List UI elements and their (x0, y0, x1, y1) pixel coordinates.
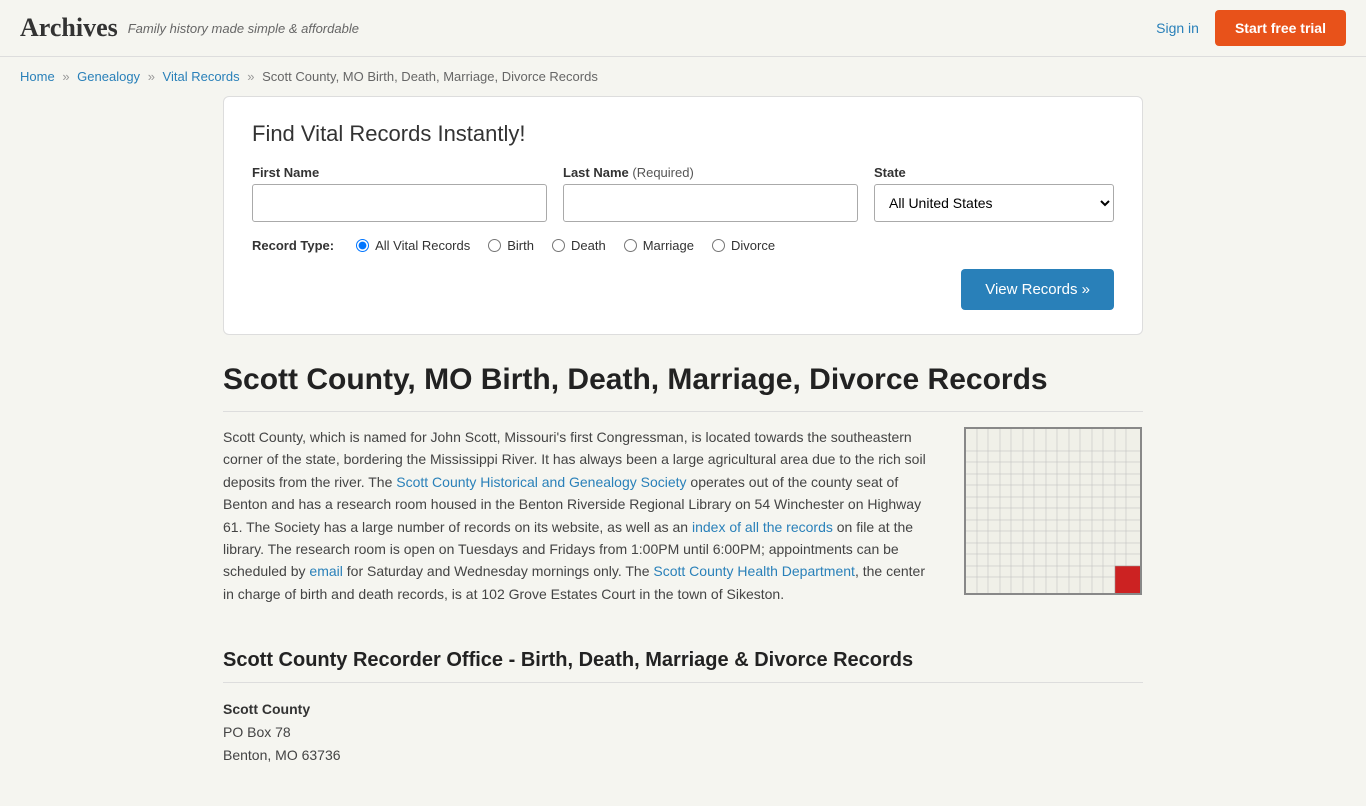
article-section: Scott County, which is named for John Sc… (223, 426, 1143, 617)
radio-divorce[interactable]: Divorce (712, 238, 775, 253)
radio-marriage-label: Marriage (643, 238, 694, 253)
first-name-label: First Name (252, 165, 547, 180)
office-address-line2: Benton, MO 63736 (223, 744, 1143, 766)
radio-birth-input[interactable] (488, 239, 501, 252)
header-right: Sign in Start free trial (1156, 10, 1346, 46)
breadcrumb-home[interactable]: Home (20, 69, 55, 84)
form-bottom-row: View Records » (252, 269, 1114, 310)
site-logo: Archives (20, 13, 118, 43)
breadcrumb-genealogy[interactable]: Genealogy (77, 69, 140, 84)
view-records-button[interactable]: View Records » (961, 269, 1114, 310)
last-name-group: Last Name (Required) (563, 165, 858, 222)
first-name-group: First Name (252, 165, 547, 222)
site-header: Archives Family history made simple & af… (0, 0, 1366, 57)
office-address: PO Box 78 Benton, MO 63736 (223, 721, 1143, 766)
breadcrumb: Home » Genealogy » Vital Records » Scott… (0, 57, 1366, 96)
breadcrumb-sep-2: » (148, 69, 155, 84)
radio-all-vital-label: All Vital Records (375, 238, 470, 253)
radio-all-vital[interactable]: All Vital Records (356, 238, 470, 253)
record-type-label: Record Type: (252, 238, 334, 253)
article-text: Scott County, which is named for John Sc… (223, 426, 939, 617)
required-note: (Required) (632, 165, 693, 180)
radio-all-vital-input[interactable] (356, 239, 369, 252)
record-type-row: Record Type: All Vital Records Birth Dea… (252, 238, 1114, 253)
radio-death-input[interactable] (552, 239, 565, 252)
article-paragraph-1: Scott County, which is named for John Sc… (223, 426, 939, 605)
radio-death[interactable]: Death (552, 238, 606, 253)
recorder-section: Scott County Recorder Office - Birth, De… (223, 649, 1143, 766)
breadcrumb-sep-3: » (247, 69, 254, 84)
first-name-input[interactable] (252, 184, 547, 222)
form-fields-row: First Name Last Name (Required) State Al… (252, 165, 1114, 222)
email-link[interactable]: email (309, 563, 342, 579)
breadcrumb-vital-records[interactable]: Vital Records (163, 69, 240, 84)
breadcrumb-sep-1: » (62, 69, 69, 84)
last-name-label: Last Name (Required) (563, 165, 858, 180)
site-tagline: Family history made simple & affordable (128, 21, 359, 36)
header-left: Archives Family history made simple & af… (20, 13, 359, 43)
radio-birth-label: Birth (507, 238, 534, 253)
state-group: State All United States Alabama Alaska A… (874, 165, 1114, 222)
missouri-map-svg (963, 426, 1143, 596)
article-map (963, 426, 1143, 617)
radio-marriage-input[interactable] (624, 239, 637, 252)
main-content: Find Vital Records Instantly! First Name… (203, 96, 1163, 806)
radio-marriage[interactable]: Marriage (624, 238, 694, 253)
office-name: Scott County (223, 701, 1143, 717)
state-select[interactable]: All United States Alabama Alaska Arizona… (874, 184, 1114, 222)
society-link[interactable]: Scott County Historical and Genealogy So… (396, 474, 686, 490)
state-label: State (874, 165, 1114, 180)
form-title: Find Vital Records Instantly! (252, 121, 1114, 147)
search-form-box: Find Vital Records Instantly! First Name… (223, 96, 1143, 335)
office-address-line1: PO Box 78 (223, 721, 1143, 743)
radio-birth[interactable]: Birth (488, 238, 534, 253)
health-dept-link[interactable]: Scott County Health Department (653, 563, 855, 579)
last-name-input[interactable] (563, 184, 858, 222)
recorder-section-heading: Scott County Recorder Office - Birth, De… (223, 649, 1143, 683)
radio-divorce-label: Divorce (731, 238, 775, 253)
page-title: Scott County, MO Birth, Death, Marriage,… (223, 363, 1143, 412)
radio-divorce-input[interactable] (712, 239, 725, 252)
article-text-1d: for Saturday and Wednesday mornings only… (343, 563, 654, 579)
sign-in-link[interactable]: Sign in (1156, 20, 1199, 36)
breadcrumb-current: Scott County, MO Birth, Death, Marriage,… (262, 69, 598, 84)
index-link[interactable]: index of all the records (692, 519, 833, 535)
start-trial-button[interactable]: Start free trial (1215, 10, 1346, 46)
radio-death-label: Death (571, 238, 606, 253)
